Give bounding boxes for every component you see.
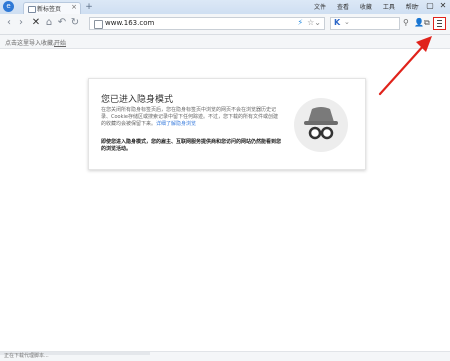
incognito-icon xyxy=(294,98,348,152)
menu-tools[interactable]: 工具 xyxy=(383,4,395,11)
minimize-button[interactable]: – xyxy=(412,1,422,11)
incognito-description: 在您关闭所有隐身标签页后，您在隐身标签页中浏览的网页不会在浏览器历史记录、Coo… xyxy=(101,107,281,128)
close-window-button[interactable]: ✕ xyxy=(438,1,448,11)
tabs-icon[interactable]: ⧉ xyxy=(424,18,430,28)
incognito-card: 您已进入隐身模式 在您关闭所有隐身标签页后，您在隐身标签页中浏览的网页不会在浏览… xyxy=(88,78,366,170)
page-icon xyxy=(28,6,36,13)
menu-favorites[interactable]: 收藏 xyxy=(360,4,372,11)
window-controls: – ▢ ✕ xyxy=(412,1,448,11)
user-icon[interactable]: 👤 xyxy=(414,18,424,27)
lightning-icon[interactable]: ⚡ xyxy=(298,18,304,27)
new-tab-button[interactable]: + xyxy=(84,2,94,12)
page-icon xyxy=(94,20,103,29)
back-button[interactable]: ‹ xyxy=(3,17,15,29)
restore-button[interactable]: ▢ xyxy=(425,1,435,11)
bookmarks-start-link[interactable]: 开始 xyxy=(54,38,66,47)
address-bar[interactable]: www.163.com ⚡ ☆⌄ xyxy=(89,17,325,30)
annotation-arrow xyxy=(378,36,432,96)
bookmarks-hint: 点击这里导入收藏。 xyxy=(5,40,60,47)
incognito-warning: 即使您进入隐身模式，您的雇主、互联网服务提供商和您访问的网站仍然能看到您的浏览活… xyxy=(101,139,282,152)
menu-file[interactable]: 文件 xyxy=(314,4,326,11)
chevron-down-icon[interactable]: ⌄ xyxy=(314,18,321,27)
status-text: 正在下载代理脚本... xyxy=(4,353,49,359)
url-text[interactable]: www.163.com xyxy=(105,19,154,27)
title-bar: e 新标签页 × + 文件 查看 收藏 工具 帮助 – ▢ ✕ xyxy=(0,0,450,14)
incognito-title: 您已进入隐身模式 xyxy=(101,95,174,105)
learn-more-link[interactable]: 详细了解隐身浏览 xyxy=(156,121,196,127)
home-button[interactable]: ⌂ xyxy=(43,17,55,29)
tab-title: 新标签页 xyxy=(37,6,62,13)
tab-close-icon[interactable]: × xyxy=(71,3,77,11)
search-input[interactable]: K ⌄ xyxy=(330,17,400,30)
search-engine-icon[interactable]: K xyxy=(334,18,340,27)
chevron-down-icon[interactable]: ⌄ xyxy=(344,18,350,26)
reload-button[interactable]: ↻ xyxy=(69,17,81,29)
forward-button[interactable]: › xyxy=(15,17,27,29)
browser-logo-icon[interactable]: e xyxy=(3,1,14,12)
stop-button[interactable]: ✕ xyxy=(30,17,42,29)
search-icon[interactable]: ⚲ xyxy=(403,18,409,27)
undo-close-button[interactable]: ↶ xyxy=(56,17,68,29)
tab-new-tab[interactable]: 新标签页 × xyxy=(23,2,81,14)
menu-view[interactable]: 查看 xyxy=(337,4,349,11)
system-menu: 文件 查看 收藏 工具 帮助 xyxy=(314,2,427,11)
main-menu-button[interactable] xyxy=(433,17,446,30)
